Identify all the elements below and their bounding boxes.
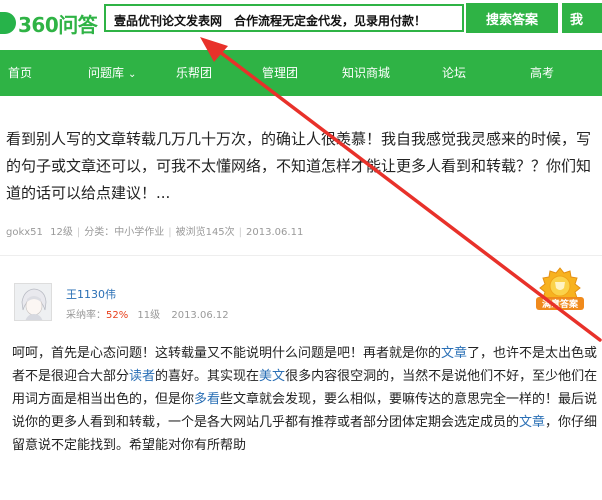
meta-divider: | <box>168 227 172 238</box>
top-bar: 360问答 搜索答案 我 <box>0 0 602 50</box>
adoption-rate-label: 采纳率： <box>66 310 106 321</box>
search-answers-button[interactable]: 搜索答案 <box>466 3 558 33</box>
logo-icon <box>0 12 16 34</box>
chevron-down-icon: ⌄ <box>128 69 137 80</box>
badge-label: 满意答案 <box>542 298 579 310</box>
satisfied-answer-badge: 满意答案 <box>536 267 584 310</box>
answer-keyword-link[interactable]: 文章 <box>519 415 545 430</box>
section-divider <box>0 255 602 256</box>
nav-item-home[interactable]: 首页 <box>8 50 32 96</box>
answerer-stats: 采纳率：52% 11级 2013.06.12 <box>66 306 229 321</box>
nav-label: 高考 <box>530 66 555 80</box>
nav-label: 论坛 <box>442 66 467 80</box>
answer-text: 呵呵，首先是心态问题！这转载量又不能说明什么问题是吧！再者就是你的文章了，也许不… <box>12 342 598 457</box>
ask-question-button[interactable]: 我 <box>562 3 602 33</box>
nav-item-forum[interactable]: 论坛 <box>442 50 466 96</box>
nav-label: 问题库 <box>88 66 125 80</box>
avatar[interactable] <box>14 283 52 321</box>
answer-date: 2013.06.12 <box>171 310 229 321</box>
answer-keyword-link[interactable]: 读者 <box>129 369 155 384</box>
question-text: 看到别人写的文章转载几万几十万次，的确让人很羡慕！我自我感觉我灵感来的时候，写的… <box>6 130 592 202</box>
nav-item-question-library[interactable]: 问题库 ⌄ <box>88 50 136 96</box>
nav-item-gaokao[interactable]: 高考 <box>530 50 554 96</box>
avatar-image <box>15 284 51 320</box>
answer-text-segment: 的喜好。其实现在 <box>155 369 260 384</box>
question-views: 被浏览145次 <box>175 227 235 238</box>
question-date: 2013.06.11 <box>246 227 304 238</box>
adoption-rate-value: 52% <box>106 310 129 321</box>
nav-item-knowledge-mall[interactable]: 知识商城 <box>342 50 390 96</box>
answer-keyword-link[interactable]: 多看 <box>194 392 220 407</box>
answer-keyword-link[interactable]: 美文 <box>259 369 285 384</box>
search-box <box>104 4 464 32</box>
question-level: 12级 <box>50 227 73 238</box>
nav-label: 首页 <box>8 66 33 80</box>
question-category: 分类：中小学作业 <box>84 227 165 238</box>
nav-label: 管理团 <box>262 66 299 80</box>
question-author[interactable]: gokx51 <box>6 227 43 238</box>
nav-item-help-group[interactable]: 乐帮团 <box>176 50 212 96</box>
logo-text: 360问答 <box>18 12 98 37</box>
meta-divider: | <box>238 227 243 238</box>
answer-text-segment: 呵呵，首先是心态问题！这转载量又不能说明什么问题是吧！再者就是你的 <box>12 346 442 361</box>
main-nav: 首页 问题库 ⌄ 乐帮团 管理团 知识商城 论坛 高考 <box>0 50 602 96</box>
answerer-level: 11级 <box>137 310 161 321</box>
answer-keyword-link[interactable]: 文章 <box>441 346 467 361</box>
answerer-name[interactable]: 王1130伟 <box>66 286 116 302</box>
meta-divider: | <box>76 227 81 238</box>
nav-label: 乐帮团 <box>176 66 213 80</box>
search-input[interactable] <box>112 9 461 31</box>
nav-item-admin-group[interactable]: 管理团 <box>262 50 298 96</box>
site-logo[interactable]: 360问答 <box>0 8 98 38</box>
nav-label: 知识商城 <box>342 66 391 80</box>
question-meta: gokx51 12级 | 分类：中小学作业 | 被浏览145次 | 2013.06.11 <box>6 223 303 238</box>
